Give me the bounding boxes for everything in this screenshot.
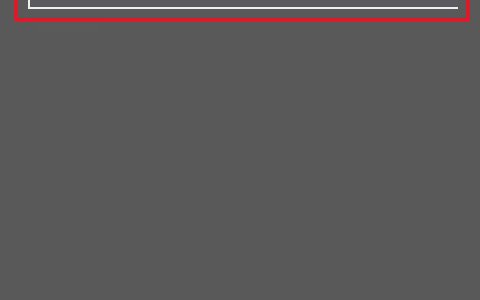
search-input[interactable] (28, 0, 458, 9)
app-screen (0, 0, 480, 300)
field-shadow (38, 23, 98, 33)
